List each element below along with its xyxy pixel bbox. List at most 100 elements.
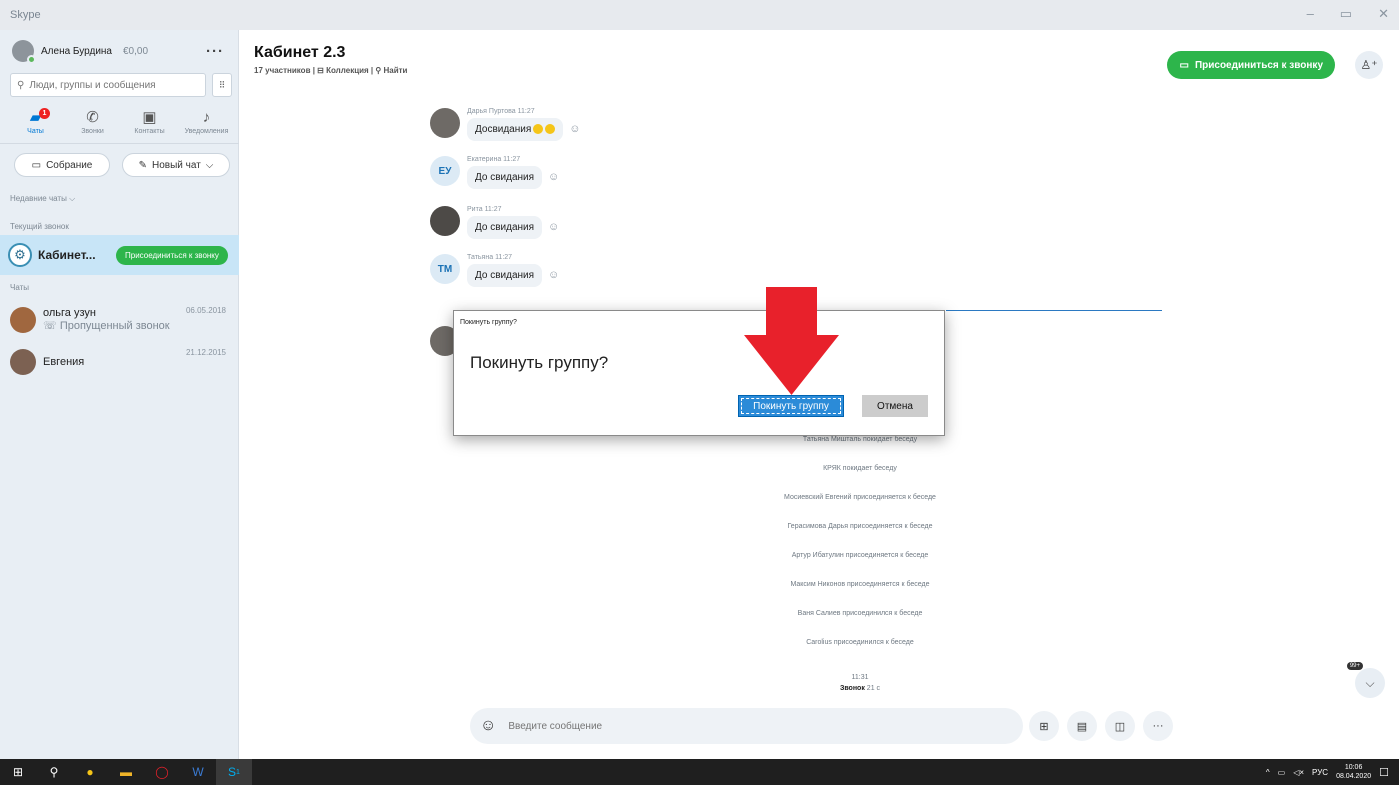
file-explorer-icon[interactable]: ▬ (108, 759, 144, 785)
chat-item[interactable]: ольга узун ☏ Пропущенный звонок 06.05.20… (10, 302, 230, 338)
bell-icon: ♪ (202, 109, 211, 126)
message: ЕУ Екатерина 11:27 До свидания ☺ (430, 156, 559, 189)
search-icon: ⚲ (17, 79, 25, 91)
chevron-down-icon: ⌵ (69, 194, 76, 203)
windows-start-icon[interactable]: ⊞ (0, 759, 36, 785)
tab-notifications-label: Уведомления (184, 128, 229, 135)
message: Рита 11:27 До свидания ☺ (430, 206, 559, 239)
chat-name: ольга узун (43, 307, 96, 319)
divider (0, 143, 239, 144)
react-icon[interactable]: ☺ (548, 269, 559, 281)
cancel-button[interactable]: Отмена (862, 395, 928, 417)
opera-icon[interactable]: ◯ (144, 759, 180, 785)
join-call-button[interactable]: ▭ Присоединиться к звонку (1167, 51, 1335, 79)
message-text: До свидания (475, 222, 535, 233)
search-icon[interactable]: ⚲ (36, 759, 72, 785)
close-icon[interactable]: ✕ (1378, 6, 1389, 22)
meeting-button[interactable]: ▭ Собрание (14, 153, 110, 177)
share-media-icon[interactable]: ⊞ (1029, 711, 1059, 741)
search-box[interactable]: ⚲ (10, 73, 206, 97)
minimize-icon[interactable]: – (1307, 6, 1314, 22)
skype-badge: 1 (236, 768, 240, 776)
system-message: Ваня Салиев присоединился к беседе (797, 610, 923, 617)
video-icon: ▭ (1179, 59, 1189, 71)
chats-header: Чаты (10, 283, 30, 292)
avatar[interactable] (12, 40, 36, 64)
search-input[interactable] (29, 79, 200, 91)
chats-badge: 1 (39, 108, 50, 119)
recent-chats-header[interactable]: Недавние чаты ⌵ (10, 194, 75, 204)
join-call-small-button[interactable]: Присоединиться к звонку (116, 245, 228, 265)
react-icon[interactable]: ☺ (548, 221, 559, 233)
clock-date: 08.04.2020 (1336, 773, 1372, 780)
phone-icon: ✆ (86, 109, 99, 126)
chat-preview: Пропущенный звонок (59, 320, 170, 332)
gallery-link[interactable]: Коллекция (326, 66, 369, 75)
scroll-down-button[interactable]: 99+ ⌵ (1346, 662, 1385, 698)
more-options-icon[interactable]: ··· (206, 43, 224, 60)
message-input[interactable] (508, 720, 989, 732)
leave-group-button[interactable]: Покинуть группу (738, 395, 844, 417)
skype-taskbar-icon[interactable]: S1 (216, 759, 252, 785)
group-avatar: ⚙ (8, 243, 32, 267)
clock[interactable]: 10:06 08.04.2020 (1336, 763, 1371, 781)
current-call-header: Текущий звонок (10, 222, 69, 231)
clock-time: 10:06 (1344, 764, 1363, 771)
system-tray: ^ ▭ ◁× РУС 10:06 08.04.2020 ☐ (1266, 759, 1389, 785)
more-icon[interactable]: ··· (1143, 711, 1173, 741)
tab-calls[interactable]: ✆ Звонки (65, 108, 120, 135)
missed-call-icon: ☏ (43, 320, 60, 332)
language-indicator[interactable]: РУС (1312, 768, 1328, 777)
new-messages-divider (946, 310, 1162, 311)
video-icon: ▭ (31, 159, 42, 171)
message-text: Досвидания (475, 124, 532, 135)
react-icon[interactable]: ☺ (548, 171, 559, 183)
call-title: Кабинет... (38, 248, 96, 262)
message-time: 11:27 (484, 206, 502, 213)
network-icon[interactable]: ▭ (1278, 768, 1286, 777)
recent-chats-label: Недавние чаты (10, 194, 67, 203)
find-link[interactable]: Найти (383, 66, 407, 75)
message-bubble[interactable]: Досвидания (467, 118, 564, 141)
volume-icon[interactable]: ◁× (1293, 768, 1304, 777)
sidebar: Алена Бурдина €0,00 ··· ⚲ ⠿ ▰ 1 Чаты ✆ З… (0, 30, 239, 759)
maximize-icon[interactable]: ▭ (1340, 6, 1352, 22)
avatar (430, 206, 460, 236)
chevron-up-icon[interactable]: ^ (1266, 768, 1270, 777)
tab-calls-label: Звонки (81, 128, 104, 135)
red-arrow-icon (744, 287, 839, 395)
message-bubble[interactable]: До свидания (467, 264, 543, 287)
chat-item[interactable]: Евгения 21.12.2015 (10, 344, 230, 380)
react-icon[interactable]: ☺ (569, 123, 580, 135)
notifications-icon[interactable]: ☐ (1379, 766, 1389, 779)
search-icon: ⚲ (375, 66, 382, 75)
profile[interactable]: Алена Бурдина €0,00 (12, 40, 148, 64)
contact-card-icon[interactable]: ▤ (1067, 711, 1097, 741)
tab-contacts[interactable]: ▣ Контакты (122, 108, 177, 135)
system-message: Артур Ибатулин присоединяется к беседе (791, 552, 929, 559)
nav-tabs: ▰ 1 Чаты ✆ Звонки ▣ Контакты ♪ Уведомлен… (8, 108, 234, 135)
participants-link[interactable]: 17 участников (254, 66, 310, 75)
new-chat-label: Новый чат (152, 159, 201, 171)
message-bubble[interactable]: До свидания (467, 216, 543, 239)
message: Дарья Пуртова 11:27 Досвидания ☺ (430, 108, 581, 141)
smile-emoji-icon (533, 124, 544, 135)
yandex-browser-icon[interactable]: ● (72, 759, 108, 785)
tab-notifications[interactable]: ♪ Уведомления (179, 108, 234, 135)
word-icon[interactable]: W (180, 759, 216, 785)
tab-chats[interactable]: ▰ 1 Чаты (8, 108, 63, 135)
system-message: Татьяна Мишталь покидает беседу (802, 436, 918, 443)
emoji-icon[interactable]: ☺ (480, 717, 496, 735)
new-chat-button[interactable]: ✎ Новый чат ⌵ (122, 153, 230, 177)
current-call-row[interactable]: ⚙ Кабинет... Присоединиться к звонку (0, 235, 239, 275)
message-bubble[interactable]: До свидания (467, 166, 543, 189)
system-message: Максим Никонов присоединяется к беседе (790, 581, 930, 588)
call-log: 11:31 Звонок 21 с (760, 672, 960, 694)
call-label: Звонок (839, 685, 865, 692)
page-title[interactable]: Кабинет 2.3 (254, 44, 407, 62)
sticker-icon[interactable]: ◫ (1105, 711, 1135, 741)
dialpad-icon[interactable]: ⠿ (212, 73, 232, 97)
add-people-icon[interactable]: ♙⁺ (1355, 51, 1383, 79)
message-time: 11:27 (517, 108, 535, 115)
avatar (430, 108, 460, 138)
